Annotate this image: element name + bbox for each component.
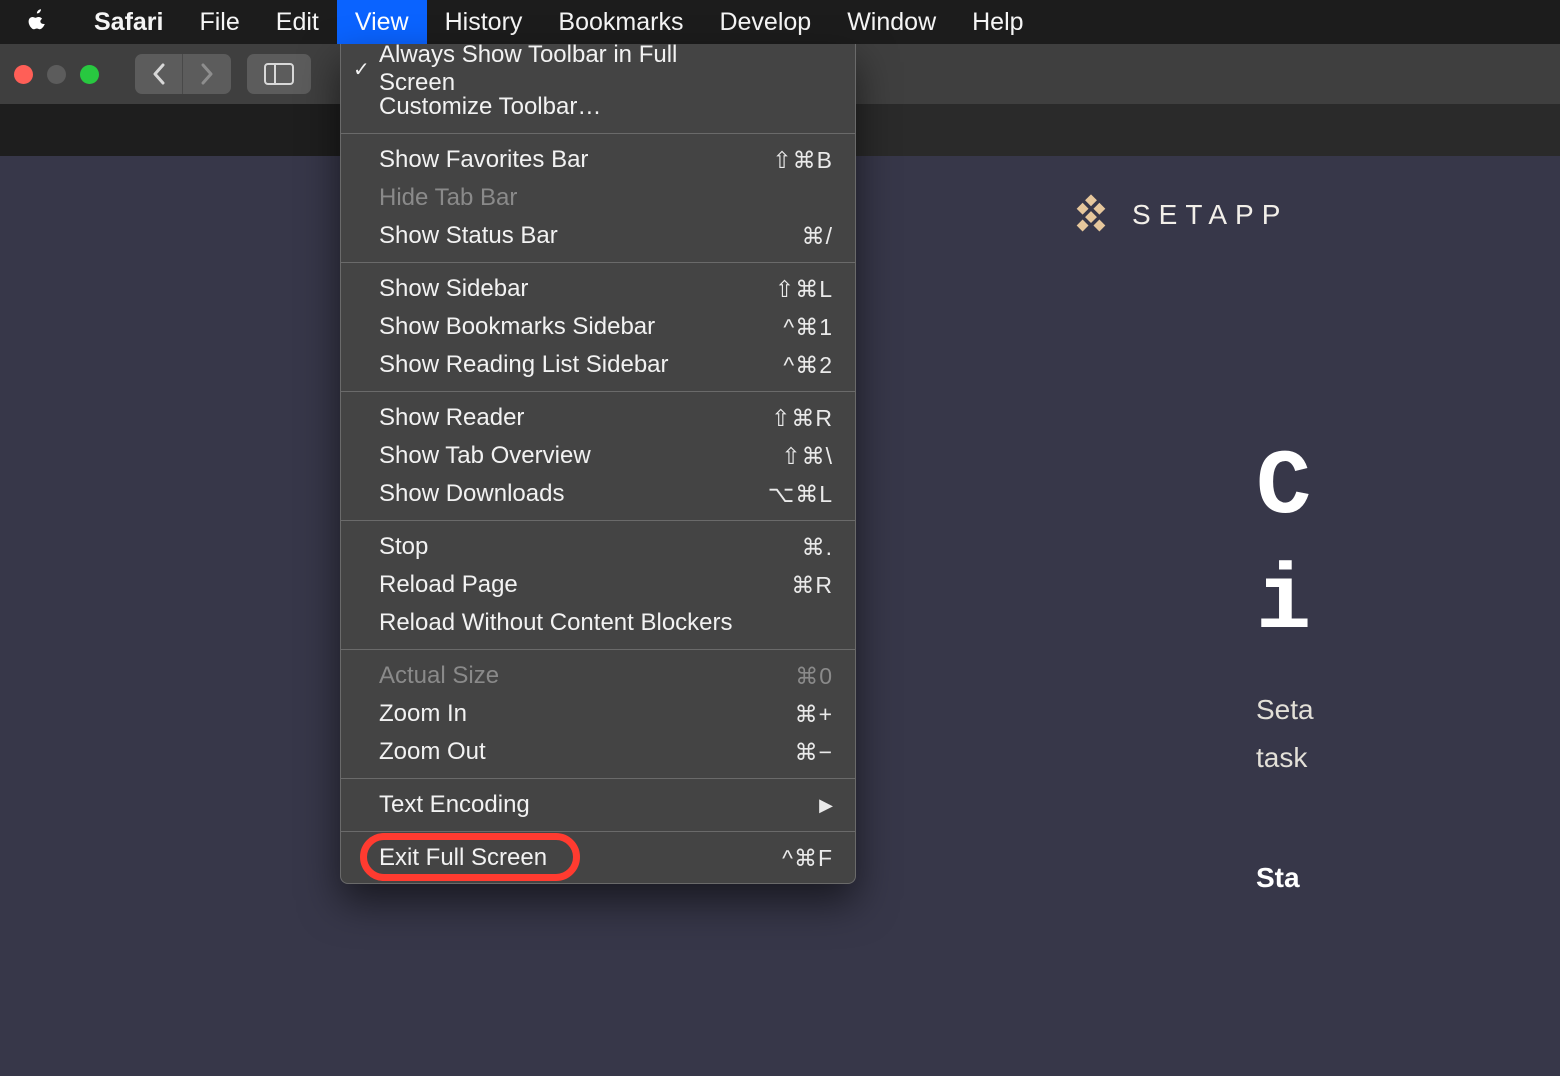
window-controls xyxy=(14,65,99,84)
menu-item-always-show-toolbar-in-full-screen[interactable]: ✓Always Show Toolbar in Full Screen xyxy=(341,50,855,88)
chevron-left-icon xyxy=(152,63,166,85)
menu-item-label: Show Status Bar xyxy=(379,222,743,250)
menubar-item-develop[interactable]: Develop xyxy=(701,0,829,44)
menu-item-label: Show Sidebar xyxy=(379,275,743,303)
menu-item-shortcut: ⇧⌘L xyxy=(743,276,833,303)
menu-separator xyxy=(341,262,855,263)
menu-item-show-reading-list-sidebar[interactable]: Show Reading List Sidebar^⌘2 xyxy=(341,346,855,384)
menu-item-actual-size: Actual Size⌘0 xyxy=(341,657,855,695)
menu-separator xyxy=(341,391,855,392)
menu-item-shortcut: ⌘+ xyxy=(743,701,833,728)
menubar-app-name[interactable]: Safari xyxy=(76,0,181,44)
menu-item-zoom-out[interactable]: Zoom Out⌘− xyxy=(341,733,855,771)
menu-item-text-encoding[interactable]: Text Encoding▶ xyxy=(341,786,855,824)
menu-item-shortcut: ^⌘1 xyxy=(743,314,833,341)
menu-separator xyxy=(341,520,855,521)
setapp-icon xyxy=(1070,194,1112,236)
submenu-arrow-icon: ▶ xyxy=(819,795,833,816)
nav-buttons xyxy=(135,54,231,94)
menu-item-label: Stop xyxy=(379,533,743,561)
menu-item-stop[interactable]: Stop⌘. xyxy=(341,528,855,566)
menu-item-customize-toolbar[interactable]: Customize Toolbar… xyxy=(341,88,855,126)
menu-item-label: Show Reader xyxy=(379,404,743,432)
menu-item-label: Exit Full Screen xyxy=(379,844,743,872)
menu-item-label: Show Downloads xyxy=(379,480,743,508)
menu-item-label: Hide Tab Bar xyxy=(379,184,743,212)
page-subtext: Seta task xyxy=(1256,686,1314,781)
menu-separator xyxy=(341,133,855,134)
menu-item-show-sidebar[interactable]: Show Sidebar⇧⌘L xyxy=(341,270,855,308)
menu-item-hide-tab-bar: Hide Tab Bar xyxy=(341,179,855,217)
page-heading: C i xyxy=(1256,430,1311,660)
sidebar-icon xyxy=(264,63,294,85)
menu-item-shortcut: ⌥⌘L xyxy=(743,481,833,508)
menu-item-show-favorites-bar[interactable]: Show Favorites Bar⇧⌘B xyxy=(341,141,855,179)
menu-separator xyxy=(341,778,855,779)
menu-item-label: Show Favorites Bar xyxy=(379,146,743,174)
apple-icon xyxy=(26,8,48,30)
minimize-window-button[interactable] xyxy=(47,65,66,84)
menu-item-label: Zoom In xyxy=(379,700,743,728)
menu-item-reload-without-content-blockers[interactable]: Reload Without Content Blockers xyxy=(341,604,855,642)
menu-item-shortcut: ⌘R xyxy=(743,572,833,599)
show-sidebar-button[interactable] xyxy=(247,54,311,94)
checkmark-icon: ✓ xyxy=(353,57,370,82)
menu-item-shortcut: ⌘/ xyxy=(743,223,833,250)
menu-item-shortcut: ^⌘2 xyxy=(743,352,833,379)
menu-separator xyxy=(341,831,855,832)
menu-item-shortcut: ⌘0 xyxy=(743,663,833,690)
menu-item-show-bookmarks-sidebar[interactable]: Show Bookmarks Sidebar^⌘1 xyxy=(341,308,855,346)
menu-item-label: Actual Size xyxy=(379,662,743,690)
menu-item-label: Customize Toolbar… xyxy=(379,93,743,121)
menubar: Safari FileEditViewHistoryBookmarksDevel… xyxy=(0,0,1560,44)
menu-item-label: Show Reading List Sidebar xyxy=(379,351,743,379)
menu-item-label: Text Encoding xyxy=(379,791,819,819)
menu-item-label: Reload Page xyxy=(379,571,743,599)
menubar-item-bookmarks[interactable]: Bookmarks xyxy=(540,0,701,44)
back-button[interactable] xyxy=(135,54,183,94)
chevron-right-icon xyxy=(200,63,214,85)
forward-button[interactable] xyxy=(183,54,231,94)
menu-item-shortcut: ⇧⌘R xyxy=(743,405,833,432)
apple-menu[interactable] xyxy=(26,8,76,37)
menu-item-shortcut: ⌘. xyxy=(743,534,833,561)
page-start-text: Sta xyxy=(1256,862,1300,894)
close-window-button[interactable] xyxy=(14,65,33,84)
view-menu-dropdown: ✓Always Show Toolbar in Full Screen Custo… xyxy=(340,44,856,884)
setapp-logo[interactable]: SETAPP xyxy=(1070,194,1288,236)
menu-item-zoom-in[interactable]: Zoom In⌘+ xyxy=(341,695,855,733)
menu-item-label: Show Tab Overview xyxy=(379,442,743,470)
tab-inactive-region xyxy=(0,104,340,156)
menu-item-show-reader[interactable]: Show Reader⇧⌘R xyxy=(341,399,855,437)
menubar-item-view[interactable]: View xyxy=(337,0,427,44)
menu-item-shortcut: ^⌘F xyxy=(743,845,833,872)
setapp-brand-text: SETAPP xyxy=(1132,199,1288,231)
menu-item-show-status-bar[interactable]: Show Status Bar⌘/ xyxy=(341,217,855,255)
menu-item-label: Show Bookmarks Sidebar xyxy=(379,313,743,341)
menu-item-reload-page[interactable]: Reload Page⌘R xyxy=(341,566,855,604)
menu-item-shortcut: ⇧⌘B xyxy=(743,147,833,174)
menu-item-show-tab-overview[interactable]: Show Tab Overview⇧⌘\ xyxy=(341,437,855,475)
menu-item-exit-full-screen[interactable]: Exit Full Screen^⌘F xyxy=(341,839,855,877)
menubar-item-edit[interactable]: Edit xyxy=(258,0,337,44)
menubar-item-help[interactable]: Help xyxy=(954,0,1041,44)
menu-item-shortcut: ⇧⌘\ xyxy=(743,443,833,470)
menu-item-label: Reload Without Content Blockers xyxy=(379,609,743,637)
menubar-item-file[interactable]: File xyxy=(181,0,257,44)
fullscreen-window-button[interactable] xyxy=(80,65,99,84)
menu-item-label: Zoom Out xyxy=(379,738,743,766)
menu-item-shortcut: ⌘− xyxy=(743,739,833,766)
menu-item-show-downloads[interactable]: Show Downloads⌥⌘L xyxy=(341,475,855,513)
menu-separator xyxy=(341,649,855,650)
menubar-item-window[interactable]: Window xyxy=(829,0,954,44)
menubar-item-history[interactable]: History xyxy=(427,0,541,44)
